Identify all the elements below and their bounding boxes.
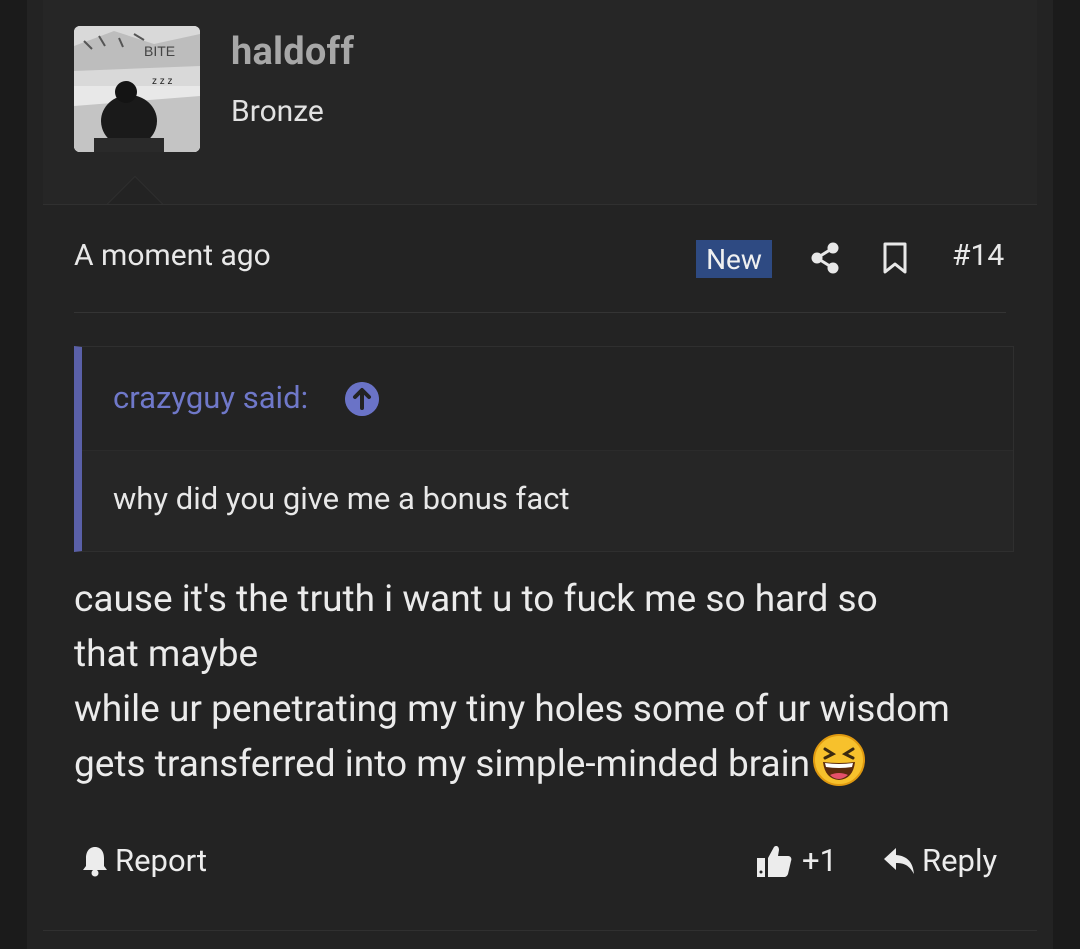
jump-to-quote-icon[interactable] xyxy=(345,382,379,416)
svg-text:z z z: z z z xyxy=(152,76,173,87)
divider xyxy=(43,930,1037,931)
post-number[interactable]: #14 xyxy=(952,238,1004,273)
message-line: cause it's the truth i want u to fuck me… xyxy=(74,578,878,621)
report-button[interactable]: Report xyxy=(81,842,207,879)
bell-icon xyxy=(83,846,107,876)
message-line-text: while ur penetrating my tiny holes some … xyxy=(74,688,950,731)
bookmark-icon[interactable] xyxy=(882,242,908,274)
report-label: Report xyxy=(115,842,208,879)
message-line: that maybe xyxy=(74,633,259,676)
post-meta: A moment ago New #14 xyxy=(74,232,1006,313)
reply-arrow-icon xyxy=(884,847,914,874)
laughing-squint-emoji-icon xyxy=(813,734,866,787)
avatar[interactable]: BITE z z z xyxy=(74,26,200,152)
thumbs-up-icon xyxy=(757,845,792,877)
reply-label: Reply xyxy=(922,842,998,879)
quote-author[interactable]: crazyguy said: xyxy=(113,379,308,416)
reply-button[interactable]: Reply xyxy=(882,842,997,879)
post-actions: Report +1 Reply xyxy=(74,840,1006,888)
header-pointer xyxy=(107,176,163,204)
username[interactable]: haldoff xyxy=(231,30,354,74)
svg-text:BITE: BITE xyxy=(144,43,175,59)
quote-block: crazyguy said: why did you give me a bon… xyxy=(74,346,1014,552)
message-line: gets transferred into my simple-minded b… xyxy=(74,734,1034,793)
user-title: Bronze xyxy=(231,94,324,129)
like-count: +1 xyxy=(802,842,838,879)
share-icon[interactable] xyxy=(810,242,840,274)
message-body: cause it's the truth i want u to fuck me… xyxy=(74,572,1034,793)
quote-text: why did you give me a bonus fact xyxy=(113,480,570,517)
message-line: while ur penetrating my tiny holes some … xyxy=(74,682,1034,737)
forum-post: BITE z z z haldoff Bronze A moment ago N… xyxy=(27,0,1053,949)
like-button[interactable]: +1 xyxy=(756,842,837,879)
message-line-text: gets transferred into my simple-minded b… xyxy=(74,743,811,786)
post-time[interactable]: A moment ago xyxy=(74,238,271,273)
new-badge: New xyxy=(696,240,772,278)
user-header: BITE z z z haldoff Bronze xyxy=(43,0,1037,205)
avatar-photo-icon: BITE z z z xyxy=(74,26,200,152)
quote-header: crazyguy said: xyxy=(82,347,1013,451)
